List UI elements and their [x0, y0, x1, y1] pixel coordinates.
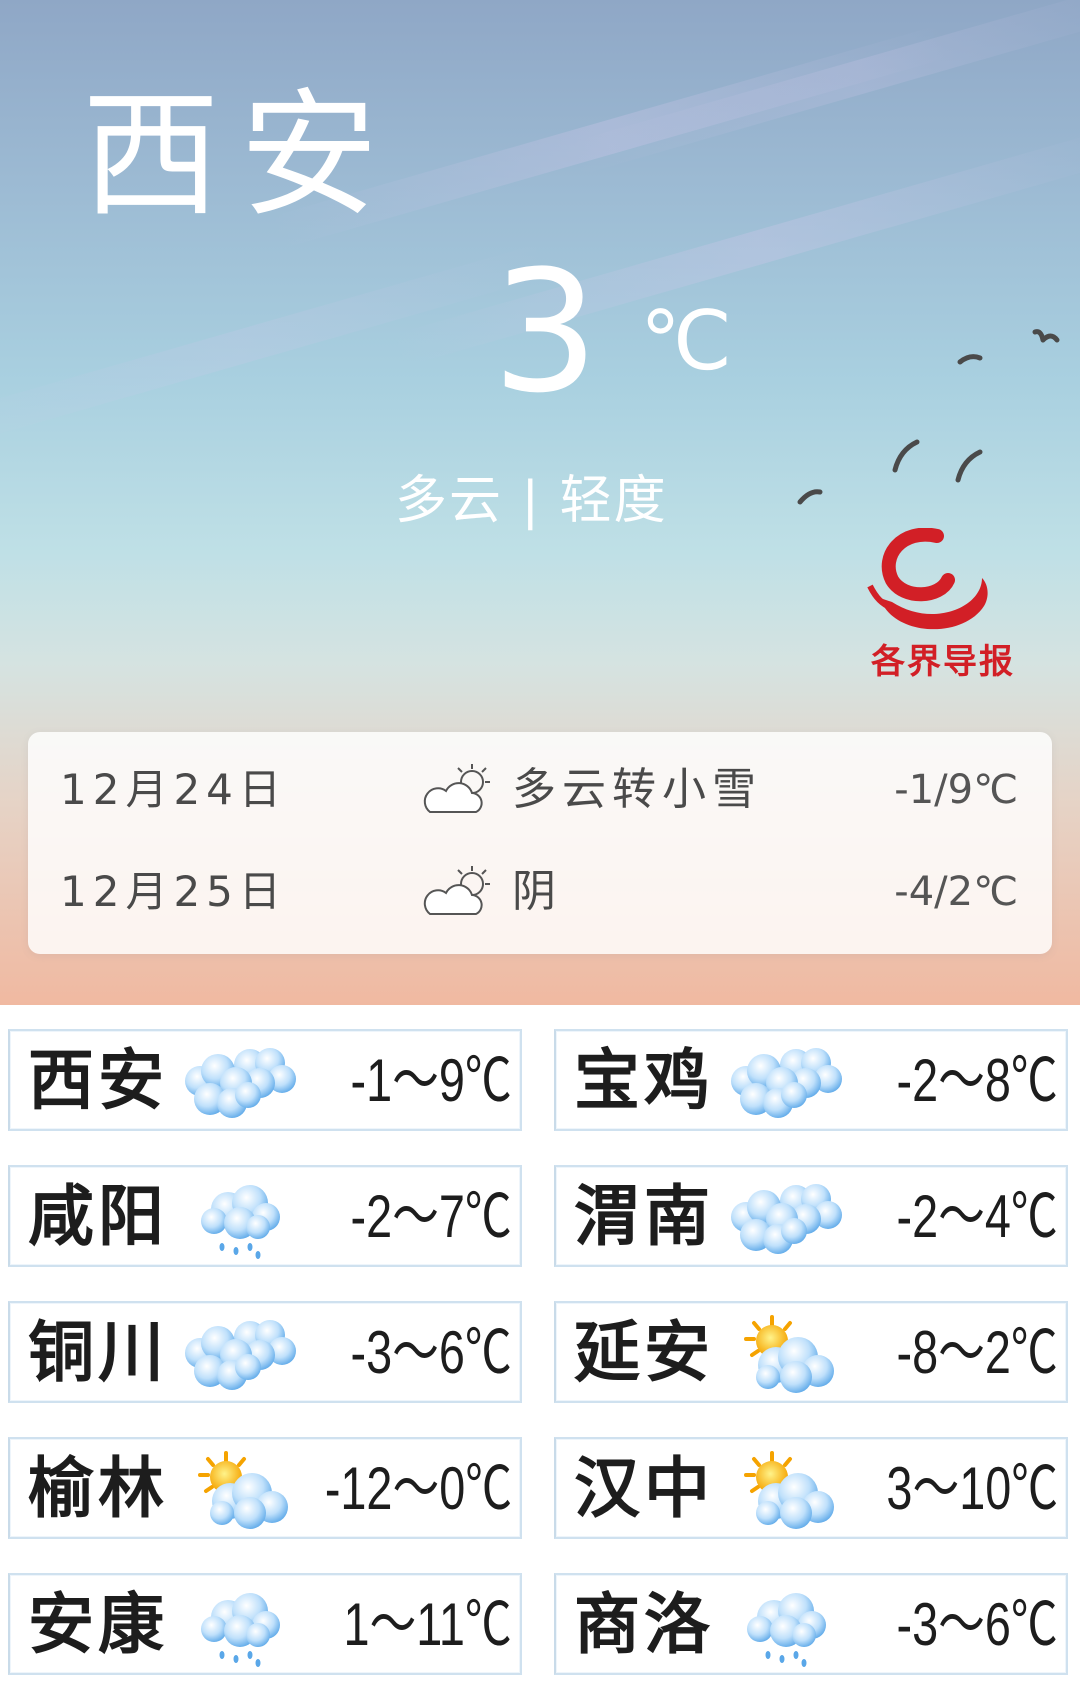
newspaper-logo-icon: [867, 528, 988, 630]
city-weather-grid: 西安 -1～9℃ 宝鸡 -2～8℃ 咸阳 -2～7℃ 渭南 -2～4℃ 铜川 -…: [0, 1005, 1080, 1698]
current-temperature: 3: [492, 234, 599, 430]
forecast-description: 阴: [512, 866, 562, 917]
city-card-yanan: 延安 -8～2℃: [554, 1301, 1068, 1403]
city-card-weinan: 渭南 -2～4℃: [554, 1165, 1068, 1267]
forecast-panel: 12月24日 多云转小雪 -1/9℃ 12月25日 阴 -4/2℃: [28, 732, 1052, 954]
temperature-unit: ℃: [640, 294, 733, 389]
forecast-row: 12月25日 阴 -4/2℃: [28, 842, 1052, 942]
city-card-range: -3～6℃: [896, 1591, 1058, 1658]
forecast-row: 12月24日 多云转小雪 -1/9℃: [28, 740, 1052, 840]
city-card-range: 1～11℃: [343, 1591, 512, 1658]
weather-hero: 西安 3 ℃ 多云 | 轻度 各界导报 12月24日 多云转小雪 -1/9℃ 1…: [0, 0, 1080, 1005]
city-card-xianyang: 咸阳 -2～7℃: [8, 1165, 522, 1267]
cloudy-icon: [178, 1043, 306, 1125]
sun-behind-cloud-icon: [178, 1451, 306, 1533]
forecast-temperature: -1/9℃: [894, 767, 1018, 813]
sun-behind-cloud-icon: [724, 1451, 852, 1533]
sky-streak: [566, 0, 1080, 177]
city-card-hanzhong: 汉中 3～10℃: [554, 1437, 1068, 1539]
city-card-name: 汉中: [574, 1450, 714, 1527]
city-card-ankang: 安康 1～11℃: [8, 1573, 522, 1675]
forecast-date: 12月25日: [60, 867, 287, 916]
light-rain-icon: [178, 1179, 306, 1261]
newspaper-logo-text: 各界导报: [871, 642, 1015, 682]
city-card-name: 榆林: [28, 1450, 168, 1527]
city-card-yulin: 榆林 -12～0℃: [8, 1437, 522, 1539]
city-card-range: -2～7℃: [350, 1183, 512, 1250]
city-card-shangluo: 商洛 -3～6℃: [554, 1573, 1068, 1675]
city-card-range: -12～0℃: [324, 1455, 512, 1522]
city-card-name: 宝鸡: [574, 1042, 714, 1119]
city-card-range: -1～9℃: [350, 1047, 512, 1114]
city-card-range: -2～4℃: [896, 1183, 1058, 1250]
city-card-name: 咸阳: [28, 1178, 168, 1255]
cloudy-icon: [724, 1043, 852, 1125]
city-card-name: 延安: [574, 1314, 714, 1391]
cloudy-icon: [178, 1315, 306, 1397]
city-card-range: -3～6℃: [350, 1319, 512, 1386]
city-card-xian: 西安 -1～9℃: [8, 1029, 522, 1131]
city-name: 西安: [82, 75, 399, 236]
forecast-date: 12月24日: [60, 765, 287, 814]
partly-cloudy-icon: [423, 764, 490, 813]
city-card-range: -2～8℃: [896, 1047, 1058, 1114]
city-card-name: 商洛: [574, 1586, 714, 1663]
city-card-range: 3～10℃: [886, 1455, 1058, 1522]
current-condition: 多云 | 轻度: [395, 471, 668, 531]
city-card-name: 西安: [28, 1042, 168, 1119]
city-card-name: 渭南: [574, 1178, 714, 1255]
light-rain-icon: [178, 1587, 306, 1669]
city-card-baoji: 宝鸡 -2～8℃: [554, 1029, 1068, 1131]
cloudy-icon: [724, 1179, 852, 1261]
city-card-name: 安康: [28, 1586, 168, 1663]
forecast-description: 多云转小雪: [512, 764, 762, 815]
birds-icon: [797, 329, 1060, 505]
sun-behind-cloud-icon: [724, 1315, 852, 1397]
city-card-name: 铜川: [28, 1314, 168, 1391]
forecast-temperature: -4/2℃: [894, 869, 1018, 915]
light-rain-icon: [724, 1587, 852, 1669]
city-card-tongchuan: 铜川 -3～6℃: [8, 1301, 522, 1403]
city-card-range: -8～2℃: [896, 1319, 1058, 1386]
partly-cloudy-icon: [423, 866, 490, 915]
